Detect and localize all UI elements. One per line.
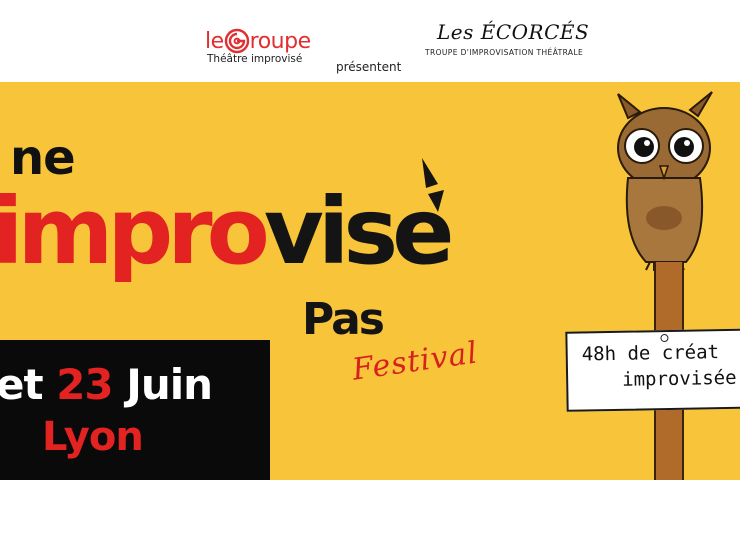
sign-line-1: 48h de créat (581, 341, 720, 366)
sign-board: 48h de créat improvisée (565, 328, 740, 412)
date-month: Juin (112, 360, 213, 409)
festival-banner: ne improvise Pas Festival et 23 Juin Lyo… (0, 82, 740, 480)
date-day: 23 (56, 360, 113, 409)
title-improvise: improvise (0, 186, 455, 278)
les-ecorces-subtitle: TROUPE D'IMPROVISATION THÉÂTRALE (425, 48, 584, 57)
city-label: Lyon (42, 414, 144, 460)
date-box: et 23 Juin Lyon (0, 340, 270, 480)
sign-text: 48h de créat improvisée (581, 339, 737, 394)
title-pas: Pas (302, 294, 385, 345)
date-line: et 23 Juin (0, 360, 213, 409)
logo-word-le: le (205, 29, 224, 54)
sign-line-2: improvisée (621, 366, 737, 391)
logo-word-roupe: roupe (249, 29, 311, 54)
date-prefix: et (0, 360, 57, 409)
le-groupe-logo: le roupe Théâtre improvisé (195, 6, 335, 66)
header: le roupe Théâtre improvisé présentent Le… (0, 0, 740, 82)
accent-mark-icon (422, 158, 444, 212)
presentent-label: présentent (336, 60, 402, 74)
le-groupe-wordmark: le roupe (205, 28, 311, 54)
title-improvise-red: impro (0, 178, 270, 285)
le-groupe-subtitle: Théâtre improvisé (207, 53, 303, 65)
owl-illustration-icon (617, 91, 713, 271)
les-ecorces-wordmark: Les ÉCORCÉS (437, 20, 590, 44)
les-ecorces-logo: Les ÉCORCÉS TROUPE D'IMPROVISATION THÉÂT… (425, 20, 595, 70)
spiral-g-icon (224, 28, 249, 54)
